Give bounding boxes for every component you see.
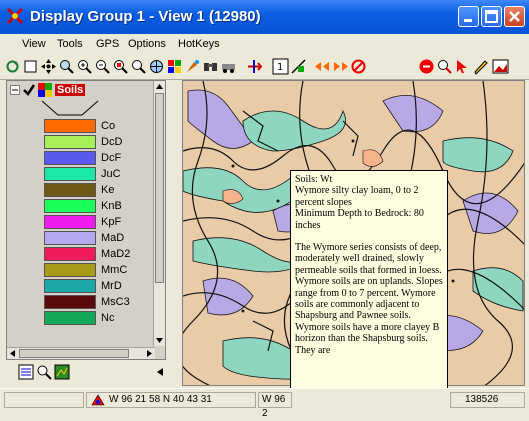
find-icon[interactable] xyxy=(436,58,453,75)
status-empty-cell xyxy=(4,392,84,408)
legend-label: JuC xyxy=(101,168,121,180)
legend-swatch[interactable] xyxy=(44,215,96,229)
vehicle-icon[interactable] xyxy=(220,58,237,75)
back-arrows-icon[interactable] xyxy=(314,58,331,75)
maximize-icon xyxy=(485,10,498,23)
draw-line-icon[interactable] xyxy=(290,58,307,75)
close-button[interactable] xyxy=(504,6,525,27)
status-coordinates-2: W 96 2 xyxy=(258,392,292,419)
legend-label: MmC xyxy=(101,264,128,276)
menu-hotkeys[interactable]: HotKeys xyxy=(178,38,220,50)
legend-label: MaD xyxy=(101,232,125,244)
legend-swatch[interactable] xyxy=(44,135,96,149)
paint-icon[interactable] xyxy=(184,58,201,75)
one-to-one-icon[interactable]: 1 xyxy=(272,58,289,75)
menu-tools[interactable]: Tools xyxy=(57,38,83,50)
legend-label: MrD xyxy=(101,280,122,292)
collapse-icon[interactable] xyxy=(10,85,20,95)
legend-label: MaD2 xyxy=(101,248,131,260)
legend-list: Soils Co DcD DcF JuC Ke KnB KpF MaD MaD2 MmC MrD Ms… xyxy=(7,81,155,346)
toolbar: 1 xyxy=(0,54,529,80)
legend-swatch[interactable] xyxy=(44,279,96,293)
legend-vertical-scrollbar[interactable] xyxy=(153,81,165,346)
scroll-left-icon[interactable] xyxy=(7,348,18,359)
tooltip-header: Soils: Wt xyxy=(295,174,333,185)
refresh-icon[interactable] xyxy=(4,58,21,75)
visible-check-icon[interactable] xyxy=(22,83,36,97)
soils-layer-icon xyxy=(38,83,52,97)
legend-swatch[interactable] xyxy=(44,295,96,309)
scroll-thumb[interactable] xyxy=(155,93,164,283)
soil-info-tooltip: Soils: Wt Wymore silty clay loam, 0 to 2… xyxy=(290,170,448,409)
search-icon[interactable] xyxy=(36,364,52,380)
legend-swatch[interactable] xyxy=(44,247,96,261)
title-bar: Display Group 1 - View 1 (12980) xyxy=(0,0,529,34)
select-arrow-icon[interactable] xyxy=(454,58,471,75)
status-bar: W 96 21 58 N 40 43 31 W 96 2 138526 xyxy=(0,388,529,419)
globe-icon[interactable] xyxy=(148,58,165,75)
minimize-icon xyxy=(464,19,472,22)
tooltip-depth: Minimum Depth to Bedrock: 80 inches xyxy=(295,208,424,231)
scroll-right-icon[interactable] xyxy=(144,348,155,359)
legend-swatch[interactable] xyxy=(44,311,96,325)
menu-options[interactable]: Options xyxy=(128,38,166,50)
legend-swatch[interactable] xyxy=(44,151,96,165)
legend-swatch[interactable] xyxy=(44,199,96,213)
binoculars-icon[interactable] xyxy=(202,58,219,75)
legend-label: Nc xyxy=(101,312,115,324)
extent-icon[interactable] xyxy=(22,58,39,75)
svg-text:1: 1 xyxy=(277,62,283,73)
zoom-full-icon[interactable] xyxy=(130,58,147,75)
legend-label: DcD xyxy=(101,136,123,148)
list-view-icon[interactable] xyxy=(18,364,34,380)
tooltip-description: Wymore silty clay loam, 0 to 2 percent s… xyxy=(295,185,419,208)
legend-swatch[interactable] xyxy=(44,183,96,197)
coordinate-readout: W 96 21 58 N 40 43 31 xyxy=(109,394,212,405)
pan-icon[interactable] xyxy=(40,58,57,75)
status-coordinates: W 96 21 58 N 40 43 31 xyxy=(86,392,256,408)
zoom-box-icon[interactable] xyxy=(112,58,129,75)
legend-label: DcF xyxy=(101,152,122,164)
window-title: Display Group 1 - View 1 (12980) xyxy=(30,8,261,25)
menu-gps[interactable]: GPS xyxy=(96,38,119,50)
menu-bar: View Tools GPS Options HotKeys xyxy=(0,34,529,54)
legend-swatch[interactable] xyxy=(44,119,96,133)
stop-zoom-icon[interactable] xyxy=(418,58,435,75)
minimize-button[interactable] xyxy=(458,6,479,27)
tooltip-body: The Wymore series consists of deep, mode… xyxy=(295,242,443,356)
legend-swatch[interactable] xyxy=(44,167,96,181)
layer-name[interactable]: Soils xyxy=(55,84,86,96)
scroll-up-icon[interactable] xyxy=(154,81,165,92)
legend-swatch[interactable] xyxy=(44,263,96,277)
legend-label: KnB xyxy=(101,200,122,212)
legend-swatch[interactable] xyxy=(44,231,96,245)
pencil-icon[interactable] xyxy=(472,58,489,75)
legend-line-symbol xyxy=(41,100,99,116)
collapse-panel-icon[interactable] xyxy=(156,367,164,377)
legend-label: Co xyxy=(101,120,116,132)
legend-panel: Soils Co DcD DcF JuC Ke KnB KpF MaD MaD2 MmC MrD Ms… xyxy=(6,80,166,360)
scroll-down-icon[interactable] xyxy=(154,335,165,346)
legend-label: MsC3 xyxy=(101,296,130,308)
h-scroll-thumb[interactable] xyxy=(19,349,129,358)
maximize-button[interactable] xyxy=(481,6,502,27)
layers-icon[interactable] xyxy=(166,58,183,75)
zoom-tool-icon[interactable] xyxy=(58,58,75,75)
menu-view[interactable]: View xyxy=(22,38,46,50)
measure-icon[interactable] xyxy=(246,58,263,75)
zoom-in-icon[interactable] xyxy=(76,58,93,75)
gps-icon xyxy=(91,394,105,406)
image-icon[interactable] xyxy=(492,58,509,75)
legend-horizontal-scrollbar[interactable] xyxy=(7,347,155,359)
app-icon xyxy=(6,7,24,25)
status-scale: 138526 xyxy=(450,392,525,408)
no-entry-icon[interactable] xyxy=(350,58,367,75)
forward-arrows-icon[interactable] xyxy=(332,58,349,75)
legend-tools xyxy=(6,362,166,382)
legend-label: KpF xyxy=(101,216,122,228)
map-thumbnail-icon[interactable] xyxy=(54,364,70,380)
legend-label: Ke xyxy=(101,184,115,196)
close-icon xyxy=(509,11,520,22)
zoom-out-icon[interactable] xyxy=(94,58,111,75)
